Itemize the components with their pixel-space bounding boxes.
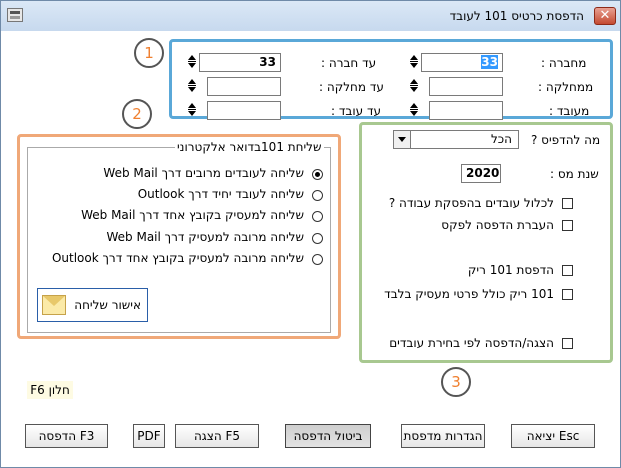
badge-3: 3 <box>441 367 471 397</box>
from-company-field[interactable]: 33 <box>421 53 503 72</box>
confirm-send-button[interactable]: אישור שליחה <box>37 288 148 322</box>
to-dept-field[interactable] <box>207 77 281 96</box>
tax-year-field[interactable]: 2020 <box>461 164 501 183</box>
from-company-label: מחברה : <box>541 56 587 70</box>
fax-print-label[interactable]: העברת הדפסה לפקס <box>441 218 554 232</box>
email-option-5-label[interactable]: שליחה מרובה למעסיק בקובץ אחד דרך Outlook <box>52 251 304 265</box>
from-employee-spinner[interactable] <box>409 102 419 119</box>
to-employee-spinner[interactable] <box>187 102 197 119</box>
print-101-window: הדפסת כרטיס 101 לעובד ✕ 1 מחברה : 33 עד … <box>0 0 621 468</box>
cancel-print-button[interactable]: ביטול הדפסה <box>285 424 371 448</box>
fax-print-checkbox[interactable] <box>562 220 573 231</box>
what-to-print-value: הכל <box>490 132 512 146</box>
badge-1: 1 <box>134 38 164 68</box>
from-employee-field[interactable] <box>429 101 503 120</box>
what-to-print-label: מה להדפיס ? <box>531 133 601 147</box>
from-dept-label: ממחלקה : <box>538 80 594 94</box>
exit-button[interactable]: יציאה Esc <box>511 424 595 448</box>
email-option-1-label[interactable]: שליחה לעובדים מרובים דרך Web Mail <box>103 166 304 180</box>
app-icon <box>7 8 23 22</box>
empty-101-checkbox[interactable] <box>562 265 573 276</box>
include-terminated-label[interactable]: לכלול עובדים בהפסקת עבודה ? <box>389 196 554 210</box>
email-option-2-radio[interactable] <box>312 190 323 201</box>
to-employee-field[interactable] <box>207 101 281 120</box>
chevron-down-icon[interactable] <box>394 131 411 148</box>
window-title: הדפסת כרטיס 101 לעובד <box>449 9 584 23</box>
from-dept-spinner[interactable] <box>409 78 419 95</box>
from-dept-field[interactable] <box>429 77 503 96</box>
select-employees-checkbox[interactable] <box>562 338 573 349</box>
to-company-spinner[interactable] <box>187 54 197 71</box>
confirm-send-label: אישור שליחה <box>74 298 141 312</box>
to-dept-label: עד מחלקה : <box>319 80 384 94</box>
tax-year-label: שנת מס : <box>550 167 599 181</box>
email-option-3-label[interactable]: שליחה למעסיק בקובץ אחד דרך Web Mail <box>81 208 304 222</box>
highlight-print-options <box>359 122 613 363</box>
include-terminated-checkbox[interactable] <box>562 198 573 209</box>
from-employee-label: מעובד : <box>549 104 590 118</box>
envelope-icon <box>42 295 66 315</box>
to-company-field[interactable]: 33 <box>199 53 281 72</box>
email-option-4-radio[interactable] <box>312 233 323 244</box>
pdf-button[interactable]: PDF <box>133 424 165 448</box>
badge-2: 2 <box>122 99 152 129</box>
email-option-5-radio[interactable] <box>312 254 323 265</box>
to-company-label: עד חברה : <box>321 56 377 70</box>
email-option-4-label[interactable]: שליחה מרובה למעסיק דרך Web Mail <box>106 230 304 244</box>
empty-101-employer-checkbox[interactable] <box>562 289 573 300</box>
empty-101-label[interactable]: הדפסת 101 ריק <box>468 263 554 277</box>
from-company-spinner[interactable] <box>409 54 419 71</box>
email-option-3-radio[interactable] <box>312 211 323 222</box>
display-button[interactable]: הצגה F5 <box>175 424 259 448</box>
close-button[interactable]: ✕ <box>594 7 616 25</box>
to-employee-label: עד עובד : <box>331 104 382 118</box>
email-group-title: שליחת 101בדואר אלקטרוני <box>175 140 324 154</box>
printer-settings-button[interactable]: הגדרות מדפסת <box>401 424 485 448</box>
select-employees-label[interactable]: הצגה/הדפסה לפי בחירת עובדים <box>389 336 554 350</box>
window-shortcut-note: F6 חלון <box>27 381 73 399</box>
print-button[interactable]: הדפסה F3 <box>25 424 108 448</box>
email-option-2-label[interactable]: שליחה לעובד יחיד דרך Outlook <box>138 187 304 201</box>
email-option-1-radio[interactable] <box>312 169 323 180</box>
title-bar: הדפסת כרטיס 101 לעובד ✕ <box>1 1 620 31</box>
what-to-print-select[interactable]: הכל <box>393 130 519 149</box>
to-dept-spinner[interactable] <box>187 78 197 95</box>
empty-101-employer-label[interactable]: 101 ריק כולל פרטי מעסיק בלבד <box>384 287 554 301</box>
